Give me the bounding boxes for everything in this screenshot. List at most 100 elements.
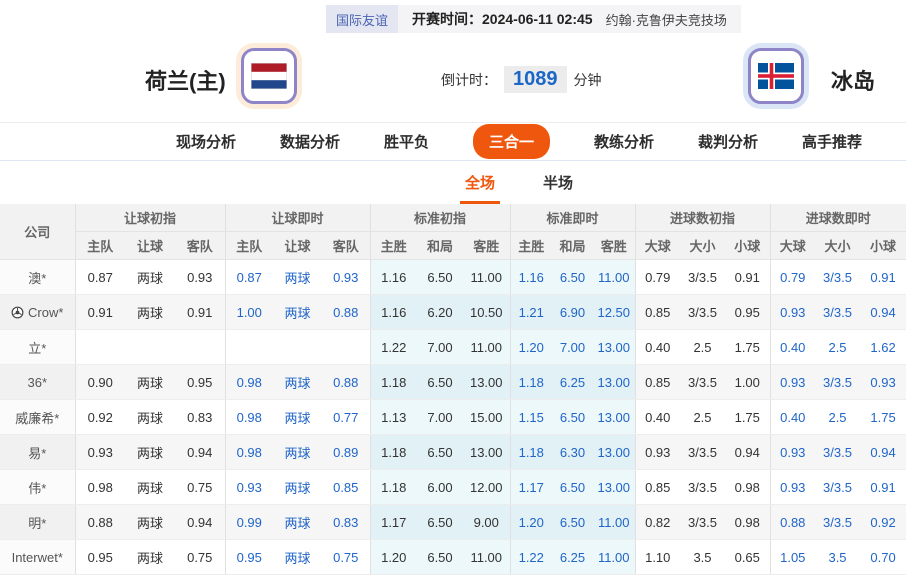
soccer-ball-icon bbox=[11, 306, 24, 318]
odds-cell: 6.30 bbox=[552, 434, 593, 470]
odds-cell: 6.50 bbox=[552, 259, 593, 295]
scope-subtab[interactable]: 全场 bbox=[459, 161, 501, 204]
odds-cell: 12.50 bbox=[593, 294, 635, 330]
odds-cell: 2.5 bbox=[680, 399, 725, 435]
odds-group-header: 标准初指 bbox=[369, 204, 510, 232]
odds-cell: 3/3.5 bbox=[680, 504, 725, 540]
odds-cell: 0.95 bbox=[175, 364, 225, 400]
match-header: 荷兰(主) 倒计时： 1089 分钟 冰岛 bbox=[0, 36, 906, 122]
odds-cell: 0.95 bbox=[725, 294, 771, 330]
odds-cell bbox=[273, 329, 322, 365]
odds-cell: 1.20 bbox=[509, 504, 552, 540]
company-name: 威廉希* bbox=[0, 399, 75, 435]
odds-cell: 0.83 bbox=[322, 504, 370, 540]
odds-cell: 0.91 bbox=[74, 294, 125, 330]
company-column-header: 公司 bbox=[0, 204, 75, 260]
odds-subcolumn-header: 客队 bbox=[175, 231, 225, 260]
odds-cell: 0.88 bbox=[769, 504, 816, 540]
main-nav: 现场分析 数据分析 胜平负 三合一 教练分析 裁判分析 高手推荐 bbox=[0, 122, 906, 161]
odds-cell: 0.98 bbox=[725, 504, 771, 540]
nav-tab[interactable]: 高手推荐 bbox=[802, 131, 862, 152]
scope-subtab[interactable]: 半场 bbox=[543, 161, 573, 204]
odds-cell: 两球 bbox=[273, 469, 322, 505]
odds-cell: 6.50 bbox=[417, 364, 463, 400]
odds-row: 易* 0.93 两球 0.94 0.98 两球 0.89 1.18 6.50 13.00 1.18 6… bbox=[0, 434, 906, 470]
odds-group-header: 让球初指 bbox=[74, 204, 225, 232]
odds-row: Interwet* 0.95 两球 0.75 0.95 两球 0.75 1.20 6.50 11.… bbox=[0, 539, 906, 575]
odds-cell: 6.25 bbox=[552, 364, 593, 400]
odds-cell bbox=[322, 329, 370, 365]
odds-subcolumn-header: 小球 bbox=[860, 231, 906, 260]
odds-subcolumn-header: 和局 bbox=[552, 231, 593, 260]
odds-row: 立* 1.22 7.00 11.00 1.20 7.00 13.00 0.40 2.5 1.75 0… bbox=[0, 329, 906, 365]
odds-cell: 6.50 bbox=[417, 259, 463, 295]
nav-tab[interactable]: 数据分析 bbox=[280, 131, 340, 152]
odds-cell: 两球 bbox=[273, 259, 322, 295]
odds-cell: 两球 bbox=[125, 434, 175, 470]
odds-row: 伟* 0.98 两球 0.75 0.93 两球 0.85 1.18 6.00 12.00 1.17 6… bbox=[0, 469, 906, 505]
odds-cell: 0.94 bbox=[175, 434, 225, 470]
odds-cell: 10.50 bbox=[463, 294, 510, 330]
odds-cell: 0.93 bbox=[74, 434, 125, 470]
odds-subcolumn-header: 客胜 bbox=[463, 231, 510, 260]
away-team-name: 冰岛 bbox=[831, 69, 876, 94]
odds-cell: 13.00 bbox=[463, 434, 510, 470]
odds-cell: 0.93 bbox=[769, 469, 816, 505]
company-name: 伟* bbox=[0, 469, 75, 505]
odds-cell: 6.90 bbox=[552, 294, 593, 330]
nav-tab[interactable]: 教练分析 bbox=[594, 131, 654, 152]
odds-cell: 1.18 bbox=[369, 469, 417, 505]
league-badge: 国际友谊 bbox=[326, 5, 399, 33]
odds-row: 明* 0.88 两球 0.94 0.99 两球 0.83 1.17 6.50 9.00 1.20 6.… bbox=[0, 504, 906, 540]
odds-subcolumn-header: 大球 bbox=[634, 231, 680, 260]
odds-cell: 0.85 bbox=[634, 469, 680, 505]
nav-tab[interactable]: 裁判分析 bbox=[698, 131, 758, 152]
odds-subcolumn-header: 大小 bbox=[680, 231, 725, 260]
odds-cell: 1.20 bbox=[509, 329, 552, 365]
odds-cell: 3/3.5 bbox=[680, 259, 725, 295]
home-team-flag bbox=[241, 48, 297, 104]
odds-subcolumn-header: 客胜 bbox=[593, 231, 635, 260]
nav-tab[interactable]: 三合一 bbox=[472, 124, 550, 159]
odds-cell: 11.00 bbox=[593, 539, 635, 575]
odds-cell: 3/3.5 bbox=[815, 504, 861, 540]
odds-cell: 0.94 bbox=[860, 294, 906, 330]
odds-cell: 1.22 bbox=[509, 539, 552, 575]
odds-cell: 0.92 bbox=[860, 504, 906, 540]
odds-row: Crow* 0.91 两球 0.91 1.00 两球 0.88 1.16 6.20 10.50 1.… bbox=[0, 294, 906, 330]
odds-cell: 1.18 bbox=[369, 434, 417, 470]
odds-group-header: 标准即时 bbox=[509, 204, 635, 232]
odds-cell: 6.50 bbox=[552, 469, 593, 505]
nav-tab[interactable]: 胜平负 bbox=[384, 131, 429, 152]
odds-table: 公司 让球初指 让球即时 标准初指 标准即时 进球数初指 进球数即时 主队 让球 客队 主队 让球 客队… bbox=[0, 204, 906, 575]
odds-cell: 0.82 bbox=[634, 504, 680, 540]
odds-cell: 0.87 bbox=[224, 259, 273, 295]
kickoff-time: 开赛时间：2024-06-11 02:45 bbox=[412, 11, 593, 27]
odds-cell bbox=[125, 329, 175, 365]
odds-cell: 1.75 bbox=[725, 329, 771, 365]
odds-cell: 0.88 bbox=[322, 364, 370, 400]
odds-cell: 7.00 bbox=[552, 329, 593, 365]
odds-cell: 两球 bbox=[125, 399, 175, 435]
odds-subcolumn-header: 让球 bbox=[125, 231, 175, 260]
countdown: 倒计时： 1089 分钟 bbox=[441, 66, 602, 93]
odds-cell: 1.00 bbox=[725, 364, 771, 400]
page: { "header": { "league_badge": "国际友谊", "k… bbox=[0, 0, 906, 587]
odds-cell: 3/3.5 bbox=[815, 294, 861, 330]
odds-cell: 1.21 bbox=[509, 294, 552, 330]
odds-cell: 1.17 bbox=[509, 469, 552, 505]
odds-cell: 1.00 bbox=[224, 294, 273, 330]
odds-cell: 两球 bbox=[273, 364, 322, 400]
odds-cell: 0.98 bbox=[224, 434, 273, 470]
odds-cell: 0.91 bbox=[175, 294, 225, 330]
odds-cell: 0.98 bbox=[224, 364, 273, 400]
odds-cell: 3/3.5 bbox=[680, 434, 725, 470]
odds-cell: 11.00 bbox=[463, 259, 510, 295]
odds-cell: 12.00 bbox=[463, 469, 510, 505]
odds-cell: 两球 bbox=[125, 539, 175, 575]
odds-cell: 0.90 bbox=[74, 364, 125, 400]
nav-tab[interactable]: 现场分析 bbox=[176, 131, 236, 152]
odds-cell: 1.17 bbox=[369, 504, 417, 540]
odds-cell: 两球 bbox=[125, 364, 175, 400]
odds-cell: 0.40 bbox=[769, 329, 816, 365]
